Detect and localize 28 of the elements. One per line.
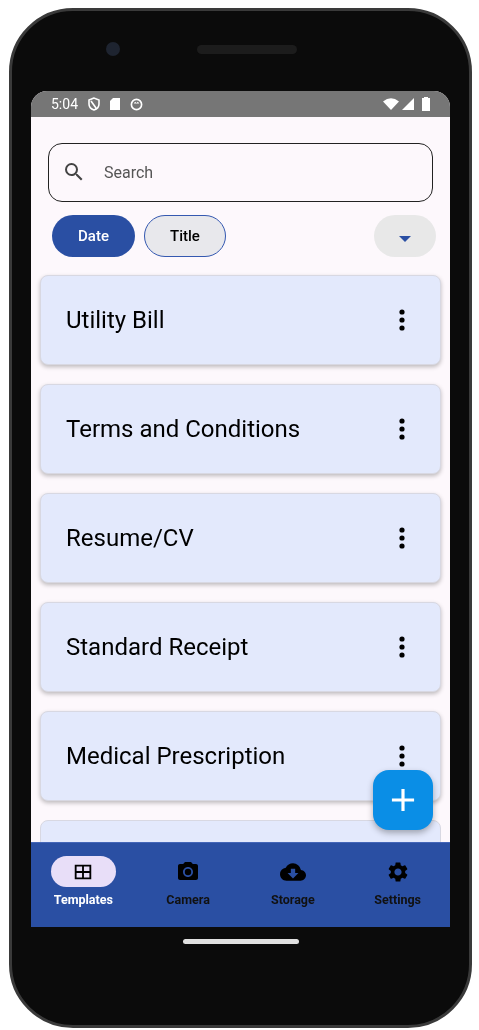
template-title: Medical Prescription xyxy=(66,741,287,772)
search-field[interactable]: Search xyxy=(48,143,433,202)
template-title: Standard Receipt xyxy=(66,632,250,663)
wifi-icon xyxy=(383,98,399,110)
nav-item[interactable]: Templates xyxy=(31,843,136,927)
more-icon[interactable] xyxy=(399,418,405,440)
battery-icon xyxy=(422,97,430,111)
caret-icon xyxy=(399,236,411,242)
template-card[interactable]: Terms and Conditions xyxy=(40,384,441,474)
more-icon[interactable] xyxy=(399,309,405,331)
template-title: Terms and Conditions xyxy=(66,414,302,445)
more-icon[interactable] xyxy=(399,527,405,549)
sort-chip[interactable]: Date xyxy=(52,215,135,257)
sd-card-icon xyxy=(110,98,120,110)
camera-lens xyxy=(106,42,120,56)
signal-icon xyxy=(402,98,414,110)
template-card[interactable]: Utility Bill xyxy=(40,275,441,365)
status-time: 5:04 xyxy=(51,94,78,114)
template-card[interactable]: Standard Receipt xyxy=(40,602,441,692)
template-card[interactable]: Resume/CV xyxy=(40,493,441,583)
template-title: Resume/CV xyxy=(66,523,195,554)
shield-icon xyxy=(88,97,100,111)
more-icon[interactable] xyxy=(399,636,405,658)
template-title: Utility Bill xyxy=(66,305,166,336)
template-card[interactable]: Medical Prescription xyxy=(40,711,441,801)
sort-chip[interactable]: Title xyxy=(144,215,226,257)
more-icon[interactable] xyxy=(399,745,405,767)
cat-face-icon xyxy=(130,97,143,111)
